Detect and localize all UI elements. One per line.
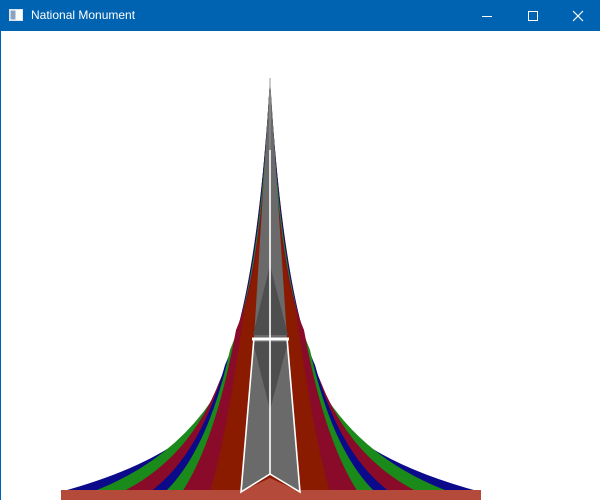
monument-drawing xyxy=(60,78,481,500)
title-bar[interactable]: National Monument xyxy=(0,0,600,31)
minimize-icon xyxy=(481,10,493,22)
app-window: National Monument xyxy=(0,0,600,500)
close-button[interactable] xyxy=(556,0,600,31)
window-app-icon xyxy=(9,9,23,21)
drawing-canvas xyxy=(1,31,600,500)
maximize-icon xyxy=(527,10,539,22)
window-title: National Monument xyxy=(31,8,136,22)
maximize-button[interactable] xyxy=(510,0,556,31)
close-icon xyxy=(572,10,584,22)
minimize-button[interactable] xyxy=(464,0,510,31)
